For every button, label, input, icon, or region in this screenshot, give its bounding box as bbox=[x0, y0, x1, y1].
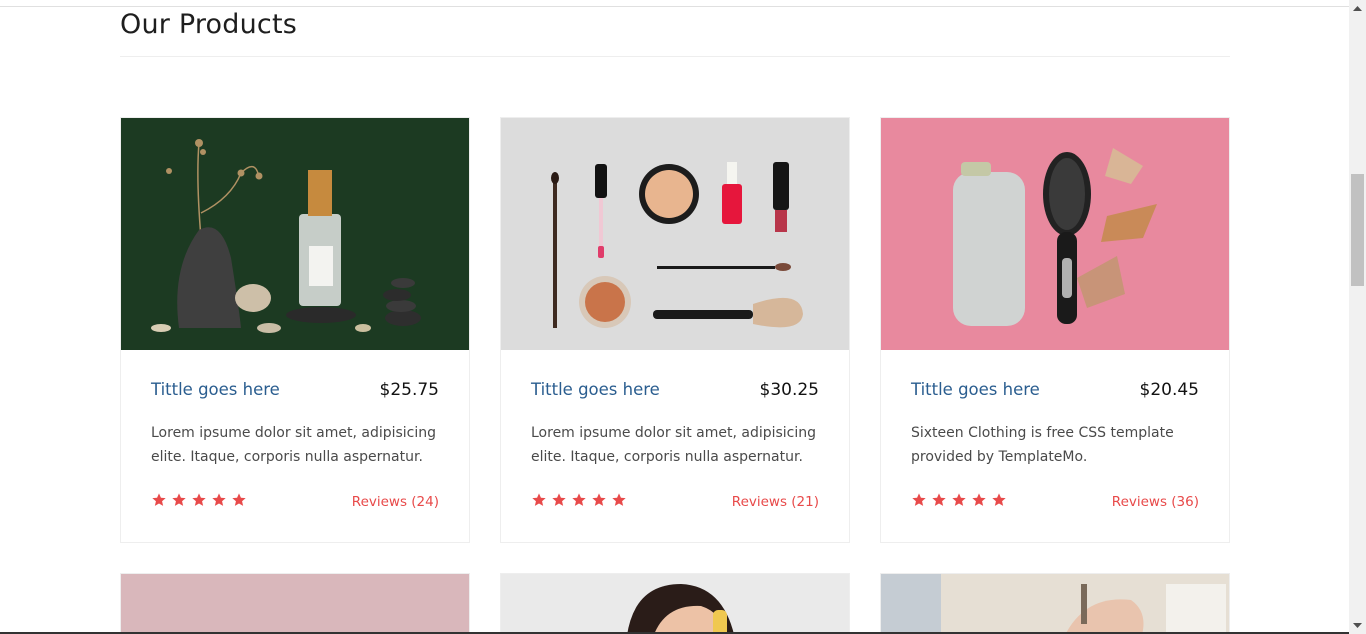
page-title: Our Products bbox=[120, 9, 298, 40]
product-title[interactable]: Tittle goes here bbox=[911, 380, 1040, 399]
star-icon bbox=[952, 493, 966, 506]
star-icon bbox=[232, 493, 246, 506]
product-image[interactable] bbox=[121, 574, 470, 634]
product-card[interactable] bbox=[880, 573, 1230, 634]
product-card[interactable]: Tittle goes here $25.75 Lorem ipsume dol… bbox=[120, 117, 470, 543]
product-description: Sixteen Clothing is free CSS template pr… bbox=[911, 425, 1174, 465]
star-icon bbox=[592, 493, 606, 506]
product-price: $25.75 bbox=[379, 380, 439, 400]
star-icon bbox=[912, 493, 926, 506]
reviews-link[interactable]: Reviews (21) bbox=[732, 494, 819, 510]
product-image[interactable] bbox=[501, 574, 850, 634]
star-icon bbox=[172, 493, 186, 506]
product-card[interactable] bbox=[120, 573, 470, 634]
product-title[interactable]: Tittle goes here bbox=[151, 380, 280, 399]
product-image[interactable] bbox=[881, 574, 1230, 634]
reviews-link[interactable]: Reviews (24) bbox=[352, 494, 439, 510]
star-icon bbox=[552, 493, 566, 506]
star-icon bbox=[532, 493, 546, 506]
star-icon bbox=[932, 493, 946, 506]
product-image[interactable] bbox=[121, 118, 469, 350]
product-description: Lorem ipsume dolor sit amet, adipisicing… bbox=[151, 425, 437, 465]
scroll-up-arrow-icon[interactable] bbox=[1349, 0, 1366, 17]
star-icon bbox=[192, 493, 206, 506]
product-image[interactable] bbox=[501, 118, 849, 350]
scrollbar-thumb[interactable] bbox=[1351, 174, 1364, 286]
star-icon bbox=[212, 493, 226, 506]
rating-stars bbox=[531, 492, 627, 508]
rating-stars bbox=[151, 492, 247, 508]
reviews-link[interactable]: Reviews (36) bbox=[1112, 494, 1199, 510]
scroll-down-arrow-icon[interactable] bbox=[1349, 617, 1366, 634]
star-icon bbox=[152, 493, 166, 506]
star-icon bbox=[992, 493, 1006, 506]
section-heading: Our Products bbox=[120, 6, 1230, 57]
rating-stars bbox=[911, 492, 1007, 508]
product-card[interactable]: Tittle goes here $20.45 Sixteen Clothing… bbox=[880, 117, 1230, 543]
product-price: $20.45 bbox=[1139, 380, 1199, 400]
product-card[interactable]: Tittle goes here $30.25 Lorem ipsume dol… bbox=[500, 117, 850, 543]
product-price: $30.25 bbox=[759, 380, 819, 400]
product-card[interactable] bbox=[500, 573, 850, 634]
product-title[interactable]: Tittle goes here bbox=[531, 380, 660, 399]
star-icon bbox=[612, 493, 626, 506]
star-icon bbox=[572, 493, 586, 506]
product-description: Lorem ipsume dolor sit amet, adipisicing… bbox=[531, 425, 817, 465]
star-icon bbox=[972, 493, 986, 506]
vertical-scrollbar[interactable] bbox=[1349, 0, 1366, 634]
product-image[interactable] bbox=[881, 118, 1229, 350]
